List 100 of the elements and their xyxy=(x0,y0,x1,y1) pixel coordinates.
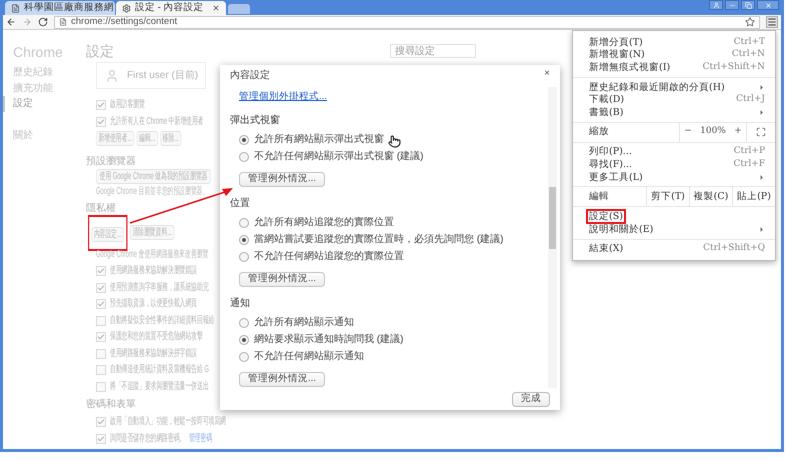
check-icon xyxy=(97,333,105,342)
radio-button[interactable] xyxy=(239,334,249,344)
checkbox[interactable] xyxy=(96,348,106,359)
section-heading: 預設瀏覽器 xyxy=(86,155,136,169)
menu-icon[interactable] xyxy=(766,16,778,28)
section-heading: 位置 xyxy=(230,197,250,211)
fullscreen-icon[interactable] xyxy=(756,127,766,138)
menu-shortcut: Ctrl+J xyxy=(736,92,765,106)
close-window-button[interactable] xyxy=(757,0,779,10)
browser-tab[interactable]: 設定 - 內容設定 xyxy=(116,1,226,15)
menu-shortcut: Ctrl+Shift+Q xyxy=(703,242,765,256)
checkbox[interactable] xyxy=(96,266,106,276)
checkbox-label: 允許所有人在 Chrome 中新增使用者 xyxy=(110,114,204,129)
radio-button[interactable] xyxy=(239,218,249,228)
manage-exceptions-button[interactable]: 管理例外情況... xyxy=(239,272,325,286)
tab-title: 科學園區廠商服務網 xyxy=(24,0,114,15)
scrollbar[interactable] xyxy=(548,87,557,388)
edit-action-button[interactable]: 貼上(P) xyxy=(732,187,775,206)
checkbox-label: 將「不追蹤」要求與瀏覽流量一併送出 xyxy=(110,380,209,394)
profile-name: First user (目前) xyxy=(127,68,198,82)
address-bar[interactable]: chrome://settings/content xyxy=(54,16,760,28)
checkbox[interactable] xyxy=(96,417,106,428)
zoom-out-button[interactable]: − xyxy=(684,125,692,139)
radio-button[interactable] xyxy=(239,152,249,162)
close-icon xyxy=(764,2,772,8)
submenu-arrow-icon xyxy=(758,84,765,91)
hand-cursor-icon xyxy=(388,135,401,148)
edit-action-button[interactable]: 複製(C) xyxy=(689,187,732,206)
person-icon xyxy=(712,2,720,8)
menu-item[interactable]: 書籤(B) xyxy=(589,106,624,118)
bookmark-star-icon[interactable] xyxy=(745,17,755,27)
menu-item[interactable]: 說明和關於(E) xyxy=(589,224,654,235)
radio-button[interactable] xyxy=(239,134,249,144)
checkbox[interactable] xyxy=(96,100,106,110)
checkbox[interactable] xyxy=(96,382,106,392)
radio-button[interactable] xyxy=(239,252,249,262)
menu-shortcut: Ctrl+F xyxy=(734,158,765,171)
menu-item[interactable]: 新增分頁(T) xyxy=(589,36,643,48)
back-icon[interactable] xyxy=(6,17,16,27)
checkbox-label: 使用預測查詢字串服務，讓系統協助完 xyxy=(110,280,209,295)
radio-button[interactable] xyxy=(239,352,249,362)
menu-item[interactable]: 新增無痕式視窗(I) xyxy=(589,62,670,73)
checkbox[interactable] xyxy=(96,299,106,310)
page-title: 設定 xyxy=(86,43,114,59)
radio-label: 不允許任何網站追蹤您的實際位置 xyxy=(254,250,404,264)
url-text: chrome://settings/content xyxy=(71,14,178,29)
browser-tab[interactable]: 科學園區廠商服務網 xyxy=(5,1,115,15)
checkbox[interactable] xyxy=(96,434,106,444)
manage-exceptions-button[interactable]: 管理例外情況... xyxy=(239,372,325,386)
radio-label: 網站要求顯示通知時詢問我 (建議) xyxy=(254,332,404,346)
close-icon[interactable] xyxy=(212,4,220,12)
new-tab-button[interactable] xyxy=(228,4,250,14)
profile-button[interactable] xyxy=(709,0,723,10)
section-heading: 隱私權 xyxy=(86,202,116,216)
menu-item[interactable]: 尋找(F)... xyxy=(589,158,632,170)
checkbox[interactable] xyxy=(96,332,106,342)
checkbox[interactable] xyxy=(96,316,106,326)
menu-item[interactable]: 新增視窗(N) xyxy=(589,49,645,60)
menu-shortcut: Ctrl+P xyxy=(734,145,765,158)
radio-button[interactable] xyxy=(239,234,249,244)
menu-shortcut: Ctrl+Shift+N xyxy=(702,60,765,74)
checkbox[interactable] xyxy=(96,282,106,293)
radio-label: 允許所有網站追蹤您的實際位置 xyxy=(254,216,394,230)
menu-item[interactable]: 下載(D) xyxy=(589,94,624,106)
menu-item[interactable]: 歷史紀錄和最近開啟的分頁(H) xyxy=(589,82,725,93)
reload-icon[interactable] xyxy=(38,17,48,27)
checkbox-label: 使用網路服務來協助解決拼字錯誤 xyxy=(110,346,197,361)
checkbox-label: 啟用訪客瀏覽 xyxy=(110,98,145,112)
checkbox-label: 啟用「自動填入」功能，輕鬆一按即可填寫網 xyxy=(110,415,226,430)
search-field[interactable]: 搜尋設定 xyxy=(390,44,476,58)
scrollbar-thumb[interactable] xyxy=(549,187,556,249)
restore-button[interactable] xyxy=(741,0,755,10)
menu-item[interactable]: 列印(P)... xyxy=(589,146,632,158)
zoom-level: 100% xyxy=(700,125,726,138)
menu-item[interactable]: 設定(S) xyxy=(586,209,626,224)
menu-shortcut: Ctrl+T xyxy=(734,36,765,49)
forward-icon[interactable] xyxy=(22,17,32,27)
tab-title: 設定 - 內容設定 xyxy=(135,0,204,15)
checkbox-label: 使用網路服務來協助解決瀏覽錯誤 xyxy=(110,264,197,278)
radio-label: 不允許任何網站顯示通知 xyxy=(254,350,364,364)
section-heading: 彈出式視窗 xyxy=(230,114,280,128)
checkbox-label: 詢問是否儲存您的網路密碼。 xyxy=(110,432,186,446)
section-heading: 密碼和表單 xyxy=(86,398,136,412)
plugins-link[interactable]: 管理個別外掛程式... xyxy=(239,91,327,103)
submenu-arrow-icon xyxy=(758,226,765,233)
menu-item[interactable]: 結束(X) xyxy=(589,243,624,254)
restore-icon xyxy=(744,2,752,8)
checkbox[interactable] xyxy=(96,365,106,376)
edit-action-button[interactable]: 剪下(T) xyxy=(646,187,689,206)
page-icon xyxy=(11,4,20,12)
section-heading: 通知 xyxy=(230,297,250,311)
menu-item[interactable]: 更多工具(L) xyxy=(589,172,643,183)
close-button[interactable]: × xyxy=(544,69,550,79)
done-button[interactable]: 完成 xyxy=(512,392,550,406)
zoom-in-button[interactable]: + xyxy=(734,125,742,139)
checkbox[interactable] xyxy=(96,116,106,127)
page-icon xyxy=(59,18,67,26)
minimize-button[interactable] xyxy=(725,0,739,10)
manage-exceptions-button[interactable]: 管理例外情況... xyxy=(239,172,325,186)
radio-button[interactable] xyxy=(239,318,249,328)
